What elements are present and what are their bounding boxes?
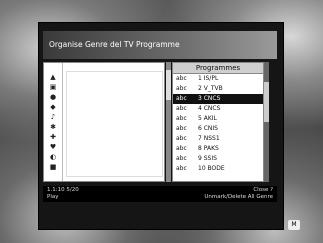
programme-tag: abc bbox=[176, 115, 187, 122]
programme-name: 10 BODE bbox=[198, 165, 225, 172]
programme-name: 1 IS/PL bbox=[198, 75, 219, 82]
music-icon[interactable]: ♪ bbox=[51, 113, 55, 122]
programme-row[interactable]: abc 2 V_TVB bbox=[173, 84, 263, 94]
programmes-scroll-thumb[interactable] bbox=[264, 82, 269, 122]
page-title: Organise Genre del TV Programme bbox=[43, 31, 277, 59]
programme-tag: abc bbox=[176, 105, 187, 112]
mode-badge: M bbox=[288, 220, 300, 230]
programme-row[interactable]: abc 7 NSS1 bbox=[173, 134, 263, 144]
programmes-scrollbar[interactable] bbox=[264, 62, 269, 182]
programme-row[interactable]: abc 4 CNCS bbox=[173, 104, 263, 114]
programme-row[interactable]: abc 5 AKIL bbox=[173, 114, 263, 124]
genre-list-box[interactable] bbox=[66, 71, 163, 177]
programme-name: 7 NSS1 bbox=[198, 135, 220, 142]
programme-name: 3 CNCS bbox=[198, 95, 221, 102]
programme-name: 6 CNIS bbox=[198, 125, 218, 132]
leisure-icon[interactable]: ♥ bbox=[50, 143, 56, 152]
education-icon[interactable]: ✚ bbox=[50, 133, 56, 142]
genre-scroll-thumb[interactable] bbox=[166, 70, 171, 100]
programme-tag: abc bbox=[176, 75, 187, 82]
programme-tag: abc bbox=[176, 95, 187, 102]
info-icon[interactable]: ■ bbox=[50, 163, 57, 172]
programme-tag: abc bbox=[176, 135, 187, 142]
programme-name: 4 CNCS bbox=[198, 105, 221, 112]
footer-bar: 1.1:10 5/20 Play Close ? Unmark/Delete A… bbox=[43, 186, 277, 202]
divider bbox=[62, 63, 63, 181]
genre-icon-strip: ▲ ▣ ● ◆ ♪ ✱ ✚ ♥ ◐ ■ bbox=[44, 63, 62, 191]
talk-icon[interactable]: ◐ bbox=[50, 153, 56, 162]
programme-name: 9 SSIS bbox=[198, 155, 217, 162]
programmes-header: Programmes bbox=[173, 63, 263, 74]
genre-scrollbar[interactable] bbox=[166, 62, 171, 182]
programme-row[interactable]: abc 8 PAKS bbox=[173, 144, 263, 154]
programme-row[interactable]: abc 10 BODE bbox=[173, 164, 263, 174]
programme-tag: abc bbox=[176, 85, 187, 92]
programme-name: 8 PAKS bbox=[198, 145, 219, 152]
genre-list-panel: ▲ ▣ ● ◆ ♪ ✱ ✚ ♥ ◐ ■ bbox=[43, 62, 165, 182]
footer-status: 1.1:10 5/20 bbox=[47, 187, 79, 193]
programme-tag: abc bbox=[176, 155, 187, 162]
footer-unmark-hint: Unmark/Delete All Genre bbox=[204, 194, 273, 200]
footer-play-hint: Play bbox=[47, 194, 59, 200]
programme-name: 2 V_TVB bbox=[198, 85, 223, 92]
film-icon[interactable]: ▲ bbox=[50, 73, 55, 82]
science-icon[interactable]: ✱ bbox=[50, 123, 56, 132]
programme-row[interactable]: abc 6 CNIS bbox=[173, 124, 263, 134]
programme-name: 5 AKIL bbox=[198, 115, 217, 122]
programme-row[interactable]: abc 3 CNCS bbox=[173, 94, 263, 104]
sport-icon[interactable]: ● bbox=[50, 93, 56, 102]
footer-close-hint: Close ? bbox=[253, 187, 273, 193]
programme-tag: abc bbox=[176, 165, 187, 172]
programmes-list: abc 1 IS/PL abc 2 V_TVB abc 3 CNCS abc 4 CNCS ab… bbox=[173, 74, 263, 174]
kids-icon[interactable]: ◆ bbox=[50, 103, 55, 112]
programme-row[interactable]: abc 9 SSIS bbox=[173, 154, 263, 164]
programmes-panel: Programmes abc 1 IS/PL abc 2 V_TVB abc 3 CNCS… bbox=[172, 62, 264, 182]
programme-row[interactable]: abc 1 IS/PL bbox=[173, 74, 263, 84]
programme-tag: abc bbox=[176, 125, 187, 132]
news-icon[interactable]: ▣ bbox=[50, 83, 57, 92]
programme-tag: abc bbox=[176, 145, 187, 152]
